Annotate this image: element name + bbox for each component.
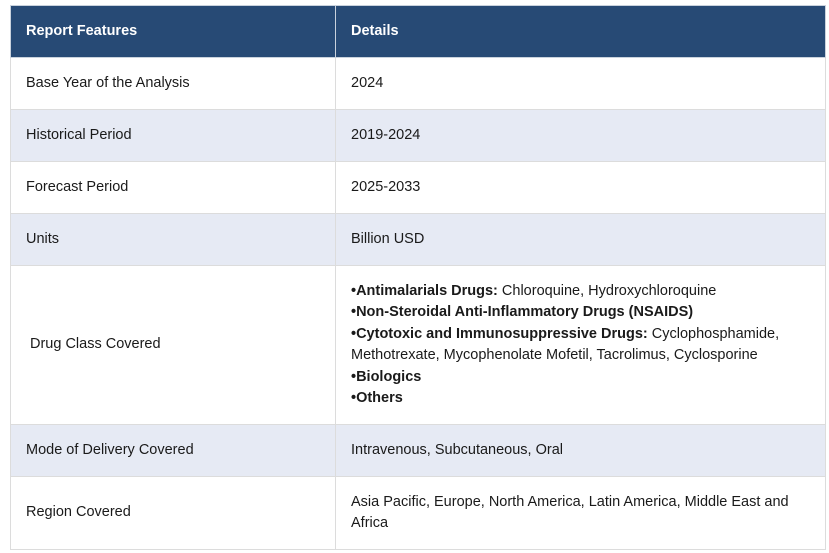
feature-cell: Forecast Period [10, 161, 336, 214]
bullet-bold: •Biologics [351, 368, 422, 385]
detail-cell: 2019-2024 [335, 109, 826, 162]
table-row: Forecast Period 2025-2033 [10, 161, 826, 214]
table-row: Region Covered Asia Pacific, Europe, Nor… [10, 476, 826, 550]
report-features-table-container: Report Features Details Base Year of the… [10, 5, 826, 550]
table-row: Units Billion USD [10, 213, 826, 266]
report-features-table: Report Features Details Base Year of the… [10, 5, 826, 550]
detail-cell: 2024 [335, 57, 826, 110]
bullet-text: Chloroquine, Hydroxychloroquine [497, 282, 717, 299]
header-report-features: Report Features [10, 5, 336, 58]
feature-cell: Base Year of the Analysis [10, 57, 336, 110]
bullet-bold: •Non-Steroidal Anti-Inflammatory Drugs (… [351, 304, 694, 320]
feature-cell: Units [10, 213, 336, 266]
bullet-bold: •Antimalarials Drugs: [351, 282, 498, 299]
table-header-row: Report Features Details [10, 5, 826, 58]
feature-cell: Drug Class Covered [10, 265, 336, 425]
bullet-item: •Others [351, 388, 810, 410]
feature-cell: Region Covered [10, 476, 336, 550]
feature-label: Drug Class Covered [30, 336, 161, 353]
bullet-item: •Cytotoxic and Immunosuppressive Drugs: … [351, 324, 810, 367]
detail-cell: Intravenous, Subcutaneous, Oral [335, 424, 826, 477]
detail-cell: 2025-2033 [335, 161, 826, 214]
table-row: Base Year of the Analysis 2024 [10, 57, 826, 110]
bullet-item: •Biologics [351, 367, 810, 389]
detail-cell: Asia Pacific, Europe, North America, Lat… [335, 476, 826, 550]
bullet-bold: •Cytotoxic and Immunosuppressive Drugs: [351, 325, 648, 342]
bullet-bold: •Others [351, 390, 403, 406]
table-row: Mode of Delivery Covered Intravenous, Su… [10, 424, 826, 477]
table-row: Drug Class Covered •Antimalarials Drugs:… [10, 265, 826, 425]
feature-cell: Historical Period [10, 109, 336, 162]
detail-cell-bullets: •Antimalarials Drugs: Chloroquine, Hydro… [335, 265, 826, 425]
bullet-item: •Antimalarials Drugs: Chloroquine, Hydro… [351, 281, 810, 303]
header-details: Details [335, 5, 826, 58]
bullet-item: •Non-Steroidal Anti-Inflammatory Drugs (… [351, 302, 810, 324]
table-row: Historical Period 2019-2024 [10, 109, 826, 162]
feature-cell: Mode of Delivery Covered [10, 424, 336, 477]
detail-cell: Billion USD [335, 213, 826, 266]
